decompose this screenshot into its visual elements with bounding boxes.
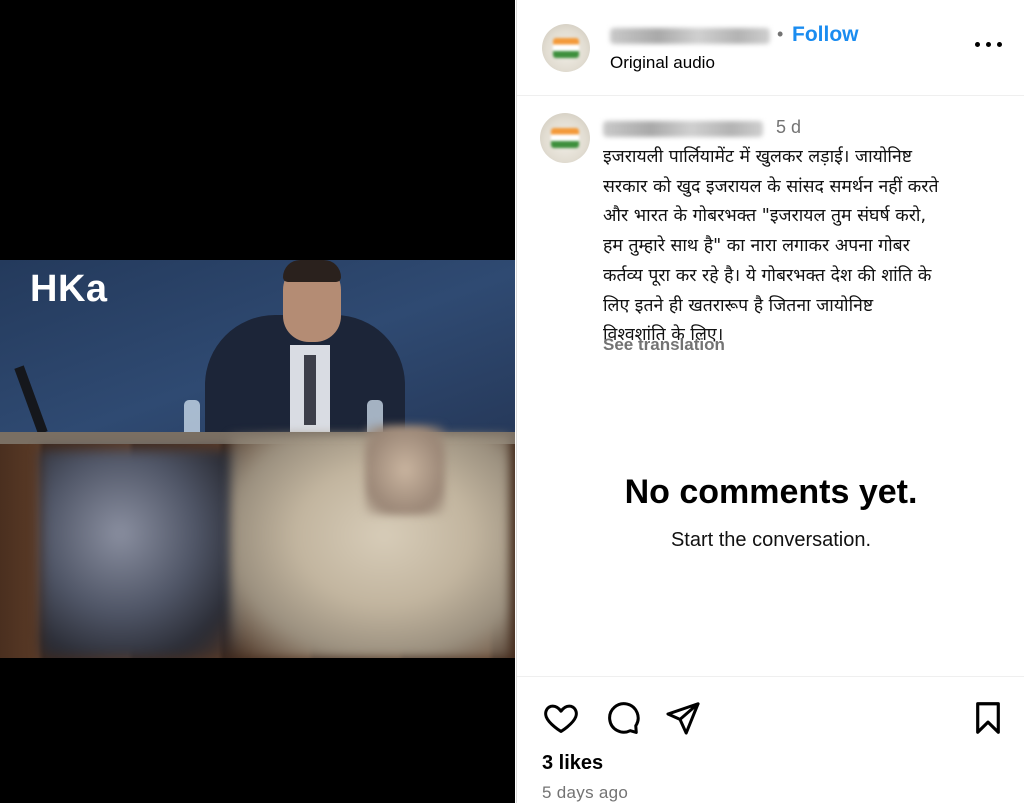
no-comments-subtitle: Start the conversation. <box>670 529 872 551</box>
audio-link[interactable]: Original audio <box>610 53 715 73</box>
post-side-panel: • Follow Original audio 5 d इजरायली पार्… <box>516 0 1024 803</box>
caption-text: इजरायली पार्लियामेंट में खुलकर लड़ाई। जा… <box>603 147 939 346</box>
post-date[interactable]: 5 days ago <box>542 783 628 803</box>
water-bottle <box>184 400 200 434</box>
post-header: • Follow Original audio <box>517 0 1024 96</box>
avatar-flag-image <box>551 128 579 148</box>
bookmark-icon[interactable] <box>969 699 1007 737</box>
avatar-flag-image <box>552 38 580 58</box>
no-comments-title: No comments yet. <box>624 473 918 511</box>
blurred-person-left <box>40 450 240 658</box>
seated-man-hair <box>283 260 341 282</box>
blurred-person-head <box>365 425 445 515</box>
caption-author-avatar[interactable] <box>540 113 590 163</box>
video-watermark: HKa <box>30 268 108 310</box>
likes-count[interactable]: 3 likes <box>542 752 603 775</box>
heart-icon[interactable] <box>542 699 580 737</box>
author-username-redacted[interactable] <box>610 28 770 44</box>
more-options-icon[interactable] <box>975 34 1003 54</box>
video-frame[interactable] <box>0 260 515 658</box>
action-bar: 3 likes 5 days ago <box>517 676 1024 803</box>
see-translation-link[interactable]: See translation <box>603 335 725 355</box>
comment-icon[interactable] <box>603 699 641 737</box>
author-avatar[interactable] <box>542 24 590 72</box>
separator-dot: • <box>777 24 784 44</box>
caption-timestamp[interactable]: 5 d <box>776 117 801 138</box>
share-icon[interactable] <box>664 699 702 737</box>
caption-username-redacted[interactable] <box>603 121 763 137</box>
post-media[interactable]: HKa <box>0 0 515 803</box>
seated-man-tie <box>304 355 316 425</box>
follow-button[interactable]: Follow <box>792 23 859 47</box>
